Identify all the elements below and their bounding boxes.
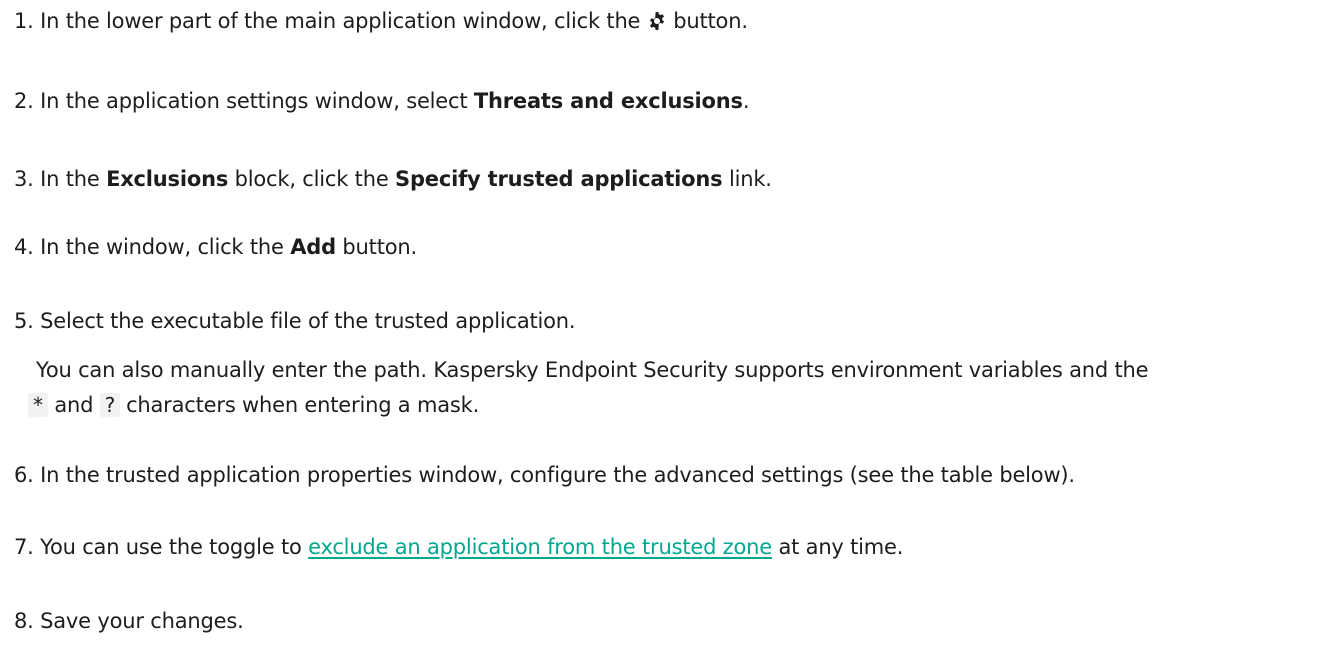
step-number: 6. xyxy=(14,463,34,487)
step-text: Save your changes. xyxy=(40,609,244,633)
step-text: In the xyxy=(40,167,100,191)
step-number: 5. xyxy=(14,309,34,333)
step-2: 2. In the application settings window, s… xyxy=(14,86,750,116)
ui-element-name: Exclusions xyxy=(106,167,229,191)
step-text: In the application settings window, sele… xyxy=(40,89,468,113)
step-text: In the trusted application properties wi… xyxy=(40,463,1075,487)
step-number: 8. xyxy=(14,609,34,633)
note-text: You can also manually enter the path. Ka… xyxy=(36,358,1149,382)
step-5-note-line2: * and ? characters when entering a mask. xyxy=(28,390,479,420)
step-4: 4. In the window, click the Add button. xyxy=(14,232,417,262)
step-text: at any time. xyxy=(778,535,904,559)
exclude-from-trusted-zone-link[interactable]: exclude an application from the trusted … xyxy=(308,535,772,559)
step-text: link. xyxy=(728,167,772,191)
step-text: In the lower part of the main applicatio… xyxy=(40,9,641,33)
step-text: You can use the toggle to xyxy=(40,535,302,559)
step-5: 5. Select the executable file of the tru… xyxy=(14,306,576,336)
note-text: characters when entering a mask. xyxy=(126,393,480,417)
step-text: . xyxy=(742,89,750,113)
step-3: 3. In the Exclusions block, click the Sp… xyxy=(14,164,772,194)
ui-element-name: Specify trusted applications xyxy=(395,167,723,191)
step-number: 2. xyxy=(14,89,34,113)
step-1: 1. In the lower part of the main applica… xyxy=(14,6,748,36)
step-number: 7. xyxy=(14,535,34,559)
step-text: button. xyxy=(342,235,417,259)
ui-element-name: Add xyxy=(290,235,336,259)
step-6: 6. In the trusted application properties… xyxy=(14,460,1075,490)
note-text: and xyxy=(54,393,94,417)
step-number: 4. xyxy=(14,235,34,259)
ui-element-name: Threats and exclusions xyxy=(473,89,743,113)
step-number: 3. xyxy=(14,167,34,191)
step-text: button. xyxy=(673,9,748,33)
wildcard-asterisk: * xyxy=(28,393,48,417)
gear-icon xyxy=(647,9,667,30)
step-text: Select the executable file of the truste… xyxy=(40,309,576,333)
step-5-note: You can also manually enter the path. Ka… xyxy=(36,355,1149,385)
wildcard-question: ? xyxy=(99,393,120,417)
step-number: 1. xyxy=(14,9,34,33)
step-8: 8. Save your changes. xyxy=(14,606,244,636)
step-7: 7. You can use the toggle to exclude an … xyxy=(14,532,903,562)
step-text: block, click the xyxy=(234,167,389,191)
step-text: In the window, click the xyxy=(40,235,284,259)
